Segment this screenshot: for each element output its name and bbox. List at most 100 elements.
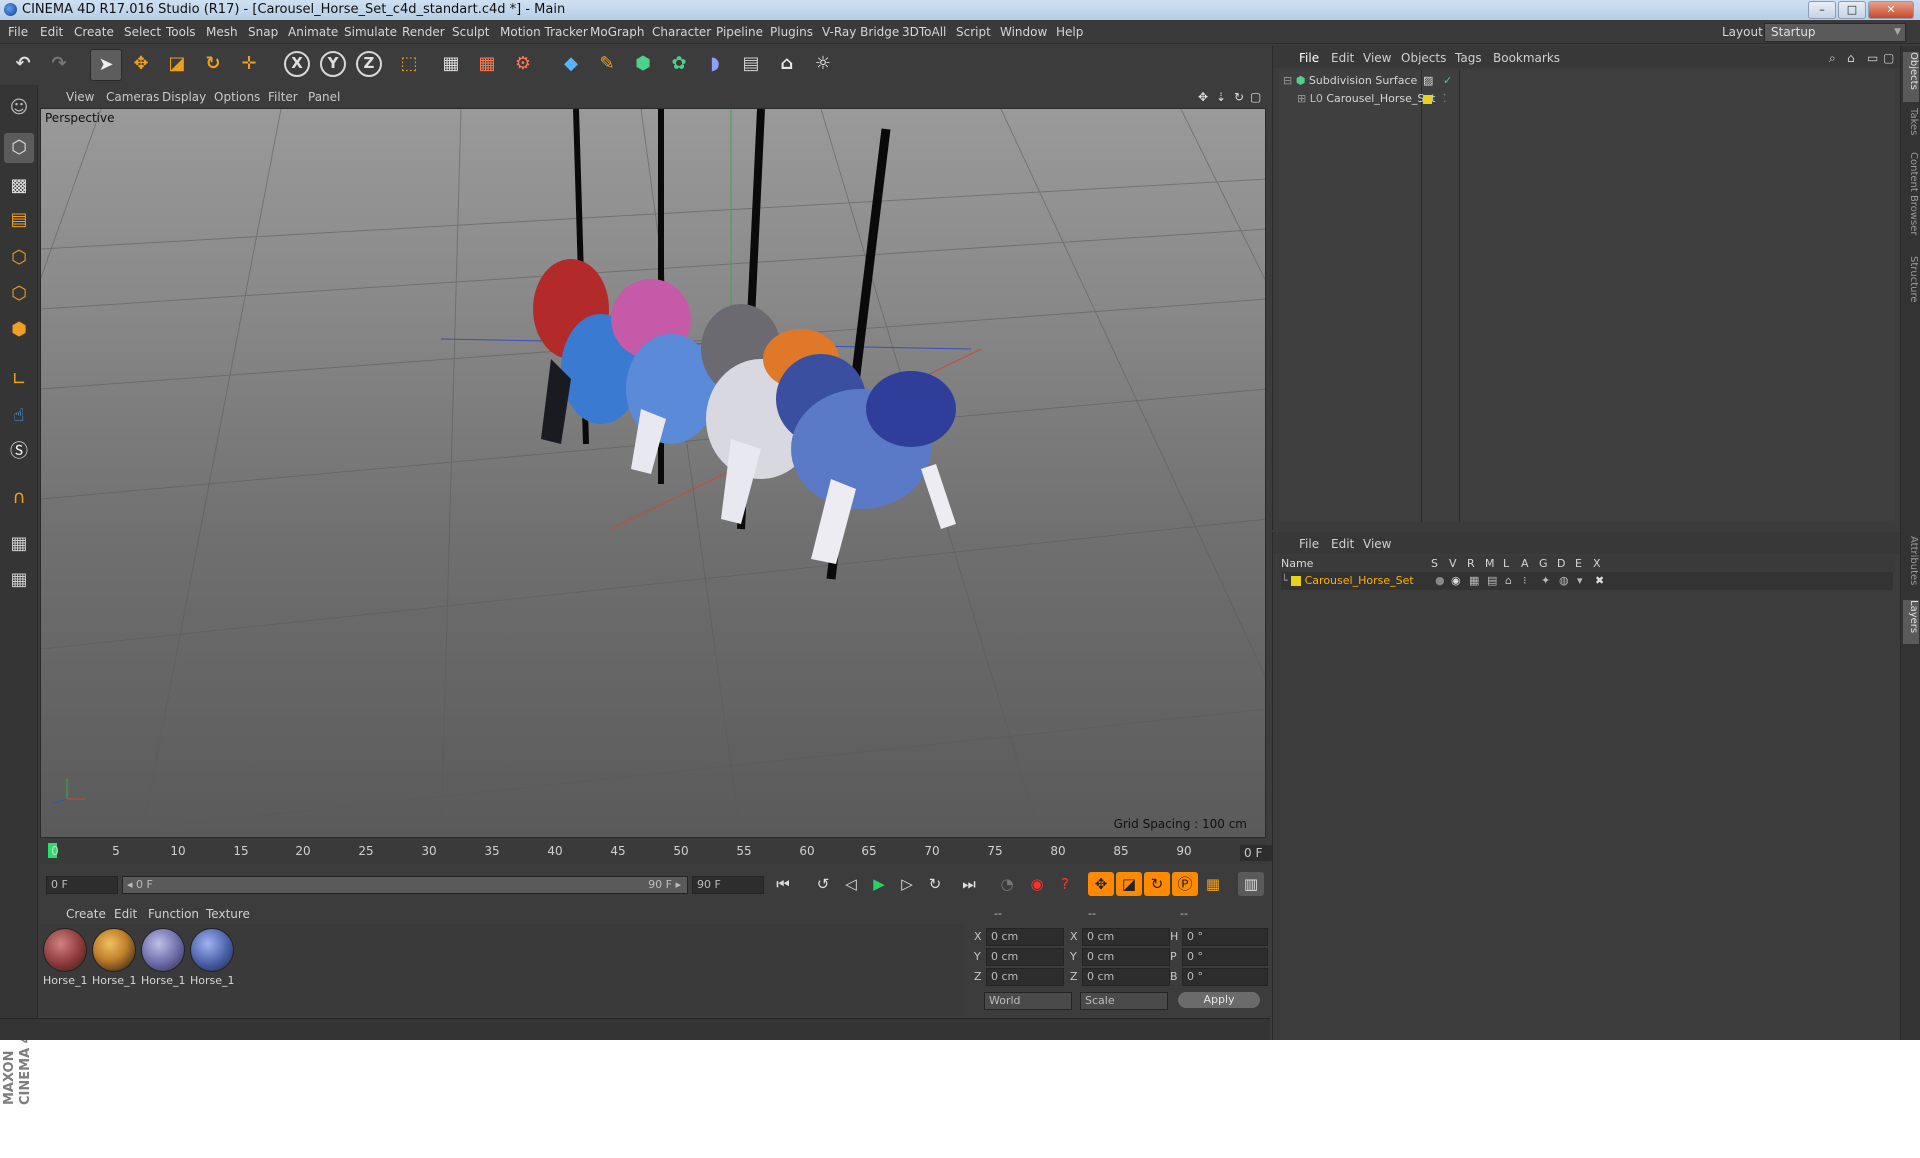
tab-structure[interactable]: Structure bbox=[1903, 256, 1919, 312]
keyframe-selection-icon[interactable]: ? bbox=[1052, 872, 1078, 896]
menu-help[interactable]: Help bbox=[1056, 25, 1083, 39]
points-mode-icon[interactable]: ⬡ bbox=[4, 243, 34, 273]
material-swatch[interactable]: Horse_1 bbox=[92, 928, 137, 987]
start-frame-field[interactable]: 0 F bbox=[46, 876, 118, 894]
scale-y-field[interactable]: 0 cm bbox=[1082, 948, 1170, 966]
deformer-toggle-icon[interactable]: ◍ bbox=[1559, 572, 1569, 590]
floor-icon[interactable]: ▤ bbox=[736, 49, 766, 79]
pen-icon[interactable]: ✎ bbox=[592, 49, 622, 79]
solo-toggle-icon[interactable]: ● bbox=[1435, 572, 1445, 590]
menu-render[interactable]: Render bbox=[402, 25, 445, 39]
material-swatch[interactable]: Horse_1 bbox=[141, 928, 186, 987]
x-axis-button[interactable]: X bbox=[282, 49, 312, 79]
viewport-zoom-icon[interactable]: ⇣ bbox=[1216, 90, 1226, 104]
xref-toggle-icon[interactable]: ✖ bbox=[1595, 572, 1604, 590]
viewport-menu-view[interactable]: View bbox=[66, 90, 94, 104]
snap-magnet-icon[interactable]: ∩ bbox=[4, 483, 34, 513]
layer-color-swatch[interactable] bbox=[1291, 576, 1302, 586]
panel-menu-icon[interactable]: ▢ bbox=[1883, 51, 1894, 65]
render-picture-viewer-icon[interactable]: ▦ bbox=[472, 49, 502, 79]
menu-mograph[interactable]: MoGraph bbox=[590, 25, 645, 39]
generator-toggle-icon[interactable]: ✦ bbox=[1541, 572, 1550, 590]
rotation-h-field[interactable]: 0 ° bbox=[1182, 928, 1268, 946]
column-solo[interactable]: S bbox=[1431, 557, 1438, 570]
viewport-menu-cameras[interactable]: Cameras bbox=[106, 90, 159, 104]
menu-file[interactable]: File bbox=[8, 25, 28, 39]
menu-tools[interactable]: Tools bbox=[166, 25, 196, 39]
viewport-move-icon[interactable]: ✥ bbox=[1198, 90, 1208, 104]
new-window-icon[interactable]: ▭ bbox=[1867, 51, 1878, 65]
menu-motion-tracker[interactable]: Motion Tracker bbox=[500, 25, 588, 39]
cube-icon[interactable]: ◆ bbox=[556, 49, 586, 79]
menu-3dtoall[interactable]: 3DToAll bbox=[902, 25, 946, 39]
material-menu-function[interactable]: Function bbox=[148, 907, 199, 921]
play-icon[interactable]: ▶ bbox=[866, 872, 892, 896]
next-frame-icon[interactable]: ▷ bbox=[894, 872, 920, 896]
maximize-button[interactable]: □ bbox=[1838, 1, 1866, 19]
tab-layers[interactable]: Layers bbox=[1903, 600, 1919, 644]
position-x-field[interactable]: 0 cm bbox=[986, 928, 1064, 946]
polygons-mode-icon[interactable]: ⬢ bbox=[4, 315, 34, 345]
column-view[interactable]: V bbox=[1449, 557, 1457, 570]
go-to-start-icon[interactable]: ⏮ bbox=[770, 872, 796, 896]
key-position-icon[interactable]: ✥ bbox=[1088, 872, 1114, 896]
menu-create[interactable]: Create bbox=[74, 25, 114, 39]
tweak-mode-icon[interactable]: ☝ bbox=[4, 401, 34, 431]
next-key-icon[interactable]: ↻ bbox=[922, 872, 948, 896]
make-editable-icon[interactable]: ☺ bbox=[4, 93, 34, 123]
menu-snap[interactable]: Snap bbox=[248, 25, 278, 39]
animation-toggle-icon[interactable]: ⁝ bbox=[1523, 572, 1527, 590]
om-menu-edit[interactable]: Edit bbox=[1331, 51, 1354, 65]
om-menu-objects[interactable]: Objects bbox=[1401, 51, 1446, 65]
rotation-b-field[interactable]: 0 ° bbox=[1182, 968, 1268, 986]
record-keys-icon[interactable]: ◔ bbox=[994, 872, 1020, 896]
om-menu-file[interactable]: File bbox=[1299, 51, 1319, 65]
edges-mode-icon[interactable]: ⬡ bbox=[4, 279, 34, 309]
subdivision-icon[interactable]: ⬢ bbox=[628, 49, 658, 79]
cloner-icon[interactable]: ✿ bbox=[664, 49, 694, 79]
move-icon[interactable]: ✥ bbox=[126, 49, 156, 79]
expression-toggle-icon[interactable]: ▾ bbox=[1577, 572, 1583, 590]
tab-attributes[interactable]: Attributes bbox=[1903, 536, 1919, 596]
rotate-icon[interactable]: ↻ bbox=[198, 49, 228, 79]
workplane-icon[interactable]: ▤ bbox=[4, 205, 34, 235]
planar-workplane-icon[interactable]: ▦ bbox=[4, 565, 34, 595]
menu-character[interactable]: Character bbox=[652, 25, 711, 39]
material-swatch[interactable]: Horse_1 bbox=[190, 928, 235, 987]
column-expressions[interactable]: E bbox=[1575, 557, 1582, 570]
y-axis-button[interactable]: Y bbox=[318, 49, 348, 79]
frame-range-slider[interactable]: ◂ 0 F 90 F ▸ bbox=[122, 876, 688, 894]
menu-select[interactable]: Select bbox=[124, 25, 161, 39]
rotation-p-field[interactable]: 0 ° bbox=[1182, 948, 1268, 966]
object-row-carousel[interactable]: ⊞ L0 Carousel_Horse_Set ⁚ bbox=[1297, 90, 1893, 108]
perspective-viewport[interactable]: Perspective Grid Spacing : 100 cm bbox=[40, 108, 1266, 838]
z-axis-button[interactable]: Z bbox=[354, 49, 384, 79]
scale-z-field[interactable]: 0 cm bbox=[1082, 968, 1170, 986]
key-pla-icon[interactable]: ▦ bbox=[1200, 872, 1226, 896]
scale-icon[interactable]: ◪ bbox=[162, 49, 192, 79]
visibility-dots-icon[interactable]: ⁚ bbox=[1443, 90, 1447, 108]
render-view-icon[interactable]: ▦ bbox=[436, 49, 466, 79]
material-menu-create[interactable]: Create bbox=[66, 907, 106, 921]
om-menu-tags[interactable]: Tags bbox=[1455, 51, 1482, 65]
timeline-ruler[interactable]: 0 5 10 15 20 25 30 35 40 45 50 55 60 65 … bbox=[40, 840, 1308, 864]
column-locked[interactable]: L bbox=[1503, 557, 1509, 570]
position-y-field[interactable]: 0 cm bbox=[986, 948, 1064, 966]
solo-mode-icon[interactable]: Ⓢ bbox=[4, 437, 34, 467]
axis-mode-icon[interactable]: ∟ bbox=[4, 365, 34, 395]
select-arrow-icon[interactable]: ➤ bbox=[90, 49, 122, 81]
scale-dropdown[interactable]: Scale bbox=[1080, 992, 1168, 1010]
undo-icon[interactable]: ↶ bbox=[8, 49, 38, 79]
apply-button[interactable]: Apply bbox=[1178, 992, 1260, 1008]
coordinate-system-icon[interactable]: ⬚ bbox=[394, 49, 424, 79]
tab-objects[interactable]: Objects bbox=[1903, 52, 1919, 102]
add-icon[interactable]: ✛ bbox=[234, 49, 264, 79]
menu-edit[interactable]: Edit bbox=[40, 25, 63, 39]
column-generators[interactable]: G bbox=[1539, 557, 1548, 570]
menu-sculpt[interactable]: Sculpt bbox=[452, 25, 489, 39]
column-deformers[interactable]: D bbox=[1557, 557, 1565, 570]
menu-window[interactable]: Window bbox=[1000, 25, 1047, 39]
menu-plugins[interactable]: Plugins bbox=[770, 25, 813, 39]
key-scale-icon[interactable]: ◪ bbox=[1116, 872, 1142, 896]
layer-row[interactable]: └ Carousel_Horse_Set ● ◉ ▦ ▤ ⌂ ⁝ ✦ ◍ ▾ ✖ bbox=[1281, 572, 1893, 590]
